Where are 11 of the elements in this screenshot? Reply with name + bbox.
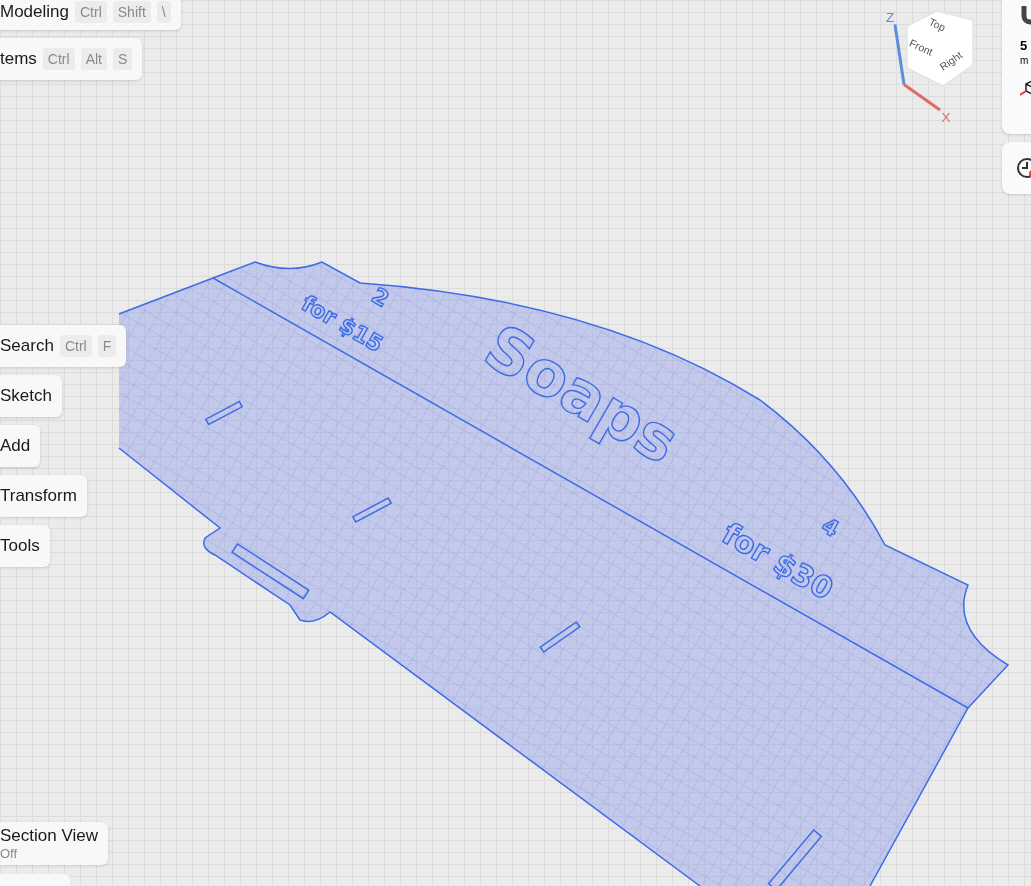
engraved-text: 4 [817,512,844,542]
section-view-button[interactable]: Section View Off [0,822,108,865]
search-button[interactable]: Search Ctrl F [0,325,127,367]
menu-button[interactable]: Modeling Ctrl Shift \ [0,0,181,30]
tool-menu-button[interactable]: Sketch [0,375,62,417]
engraved-text: 2 [367,282,394,312]
right-panel: 5 m [1002,0,1031,134]
tool-menu-button[interactable]: Tools [0,525,50,567]
tool-menu-button[interactable]: Transform [0,475,87,517]
tool-menu-button[interactable]: Add [0,425,41,467]
menu-button[interactable]: tems Ctrl Alt S [0,38,143,80]
